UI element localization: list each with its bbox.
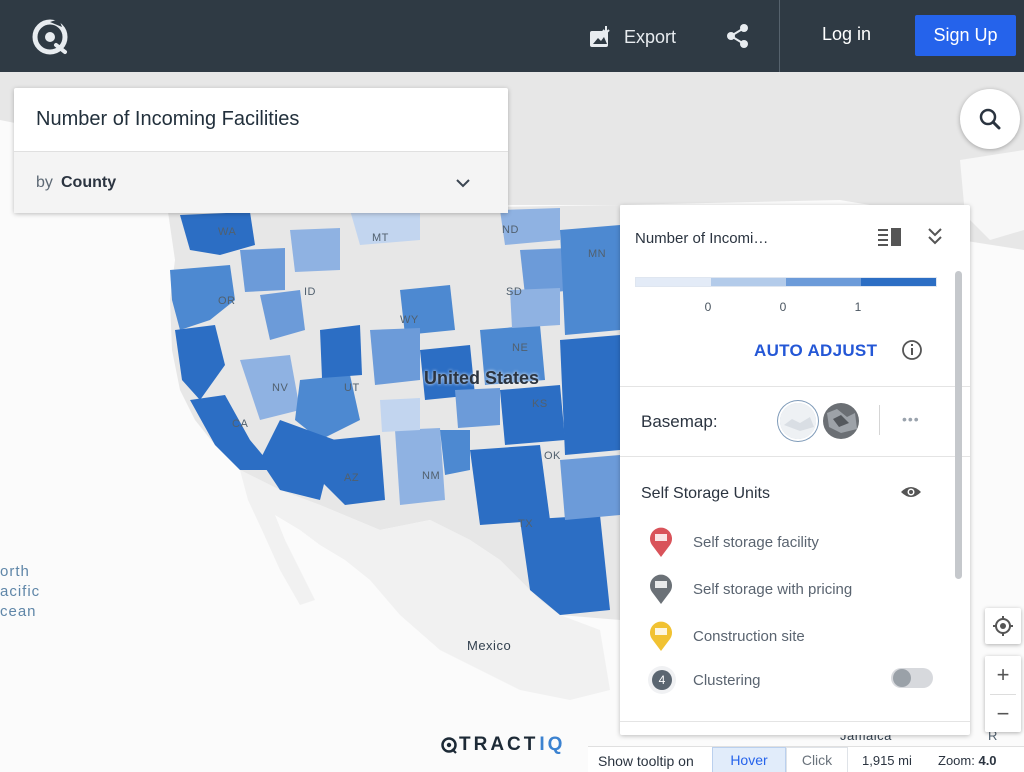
export-icon (590, 26, 610, 47)
state-label: SD (506, 286, 523, 298)
legend-heading: Number of Incomi… (635, 230, 769, 247)
legend-item-label: Self storage facility (693, 534, 819, 551)
locate-icon (993, 616, 1013, 636)
chevron-down-icon[interactable] (454, 174, 472, 192)
storage-marker-icon (650, 527, 672, 557)
state-label: AZ (344, 472, 360, 484)
ocean-label-line: orth (0, 563, 30, 580)
info-icon[interactable] (901, 339, 923, 361)
zoom-in-button[interactable]: + (985, 656, 1021, 694)
tractiq-logo-icon (441, 737, 457, 754)
state-label: KS (532, 398, 548, 410)
scale-bin (786, 278, 861, 286)
cluster-count: 4 (652, 670, 672, 690)
clustering-toggle[interactable] (891, 668, 933, 688)
legend-panel: Number of Incomi… 0 0 1 AUTO ADJUST Base… (620, 205, 970, 735)
layer-title: Number of Incoming Facilities (36, 108, 300, 130)
bottom-status-bar: Show tooltip on Hover Click 1,915 mi Zoo… (588, 746, 1024, 772)
state-label: MN (588, 248, 607, 260)
topbar-divider (779, 0, 780, 72)
scale-bin (711, 278, 786, 286)
ocean-label-line: acific (0, 583, 41, 600)
export-button[interactable]: Export (588, 22, 676, 52)
scale-label: 0 (704, 300, 712, 314)
ocean-label: orth acific cean (0, 562, 40, 622)
zoom-value: 4.0 (978, 753, 997, 768)
aggregation-selector[interactable]: by County (14, 151, 508, 213)
state-label: WA (218, 226, 237, 238)
zoom-out-button[interactable]: − (985, 695, 1021, 732)
zoom-readout: Zoom: 4.0 (938, 753, 997, 768)
tractiq-logo-icon[interactable] (30, 17, 70, 57)
basemap-satellite-option[interactable] (823, 403, 859, 439)
state-label: TX (518, 518, 534, 530)
export-label: Export (624, 26, 677, 47)
scale-bin (861, 278, 936, 286)
place-label: Mexico (467, 638, 512, 653)
layer-group-title: Self Storage Units (641, 485, 770, 502)
basemap-light-option[interactable] (780, 403, 816, 439)
construction-marker-icon (650, 621, 672, 651)
legend-item-label: Clustering (693, 672, 761, 689)
color-scale-bar (635, 277, 937, 287)
state-label: UT (344, 382, 360, 394)
aggregation-prefix: by (36, 174, 53, 191)
login-button[interactable]: Log in (822, 24, 871, 45)
divider (620, 721, 970, 722)
locate-button[interactable] (985, 608, 1021, 644)
country-label: United States (424, 368, 540, 388)
tooltip-mode-label: Show tooltip on (598, 753, 694, 769)
auto-adjust-button[interactable]: AUTO ADJUST (754, 341, 877, 361)
state-label: WY (400, 314, 419, 326)
toggle-knob (893, 669, 911, 687)
basemap-satellite-thumbnail (823, 403, 859, 439)
aggregation-value: County (61, 174, 117, 191)
legend-item-self-storage-facility[interactable]: Self storage facility (648, 526, 938, 558)
state-label: CA (232, 418, 249, 430)
zoom-label: Zoom: (938, 753, 975, 768)
state-label: NE (512, 342, 529, 354)
basemap-label: Basemap: (641, 412, 718, 431)
divider (620, 386, 970, 387)
state-label: ID (304, 286, 316, 298)
legend-scrollbar-thumb[interactable] (955, 271, 962, 579)
collapse-icon[interactable] (926, 225, 944, 247)
eye-icon[interactable] (900, 484, 922, 500)
brand-text-accent: IQ (539, 734, 566, 755)
scale-bin (636, 278, 711, 286)
legend-item-construction-site[interactable]: Construction site (648, 620, 938, 652)
tooltip-hover-option[interactable]: Hover (712, 747, 786, 772)
share-icon[interactable] (724, 22, 752, 50)
layer-title-card: Number of Incoming Facilities by County (14, 88, 508, 213)
legend-item-label: Construction site (693, 628, 805, 645)
tooltip-click-option[interactable]: Click (786, 747, 848, 772)
divider (879, 405, 880, 435)
state-label: NM (422, 470, 441, 482)
more-basemaps-button[interactable]: ••• (902, 411, 920, 427)
state-label: ND (502, 224, 519, 236)
state-label: MT (372, 232, 389, 244)
legend-item-self-storage-pricing[interactable]: Self storage with pricing (648, 573, 938, 605)
scale-label: 0 (779, 300, 787, 314)
tractiq-brand: TRACT IQ (440, 734, 565, 756)
scale-label: 1 (854, 300, 862, 314)
state-label: OK (544, 450, 561, 462)
search-icon (979, 108, 1001, 130)
search-button[interactable] (960, 89, 1020, 149)
storage-marker-icon (650, 574, 672, 604)
state-label: OR (218, 295, 236, 307)
basemap-light-thumbnail (780, 403, 816, 439)
cluster-badge-icon: 4 (648, 666, 676, 694)
scale-readout: 1,915 mi (862, 753, 912, 768)
ocean-label-line: cean (0, 603, 37, 620)
top-bar: Export Log in Sign Up (0, 0, 1024, 72)
split-view-icon[interactable] (878, 227, 902, 247)
legend-item-label: Self storage with pricing (693, 581, 853, 598)
signup-button[interactable]: Sign Up (915, 15, 1016, 56)
brand-text: TRACT (459, 734, 539, 755)
state-label: NV (272, 382, 289, 394)
divider (620, 456, 970, 457)
